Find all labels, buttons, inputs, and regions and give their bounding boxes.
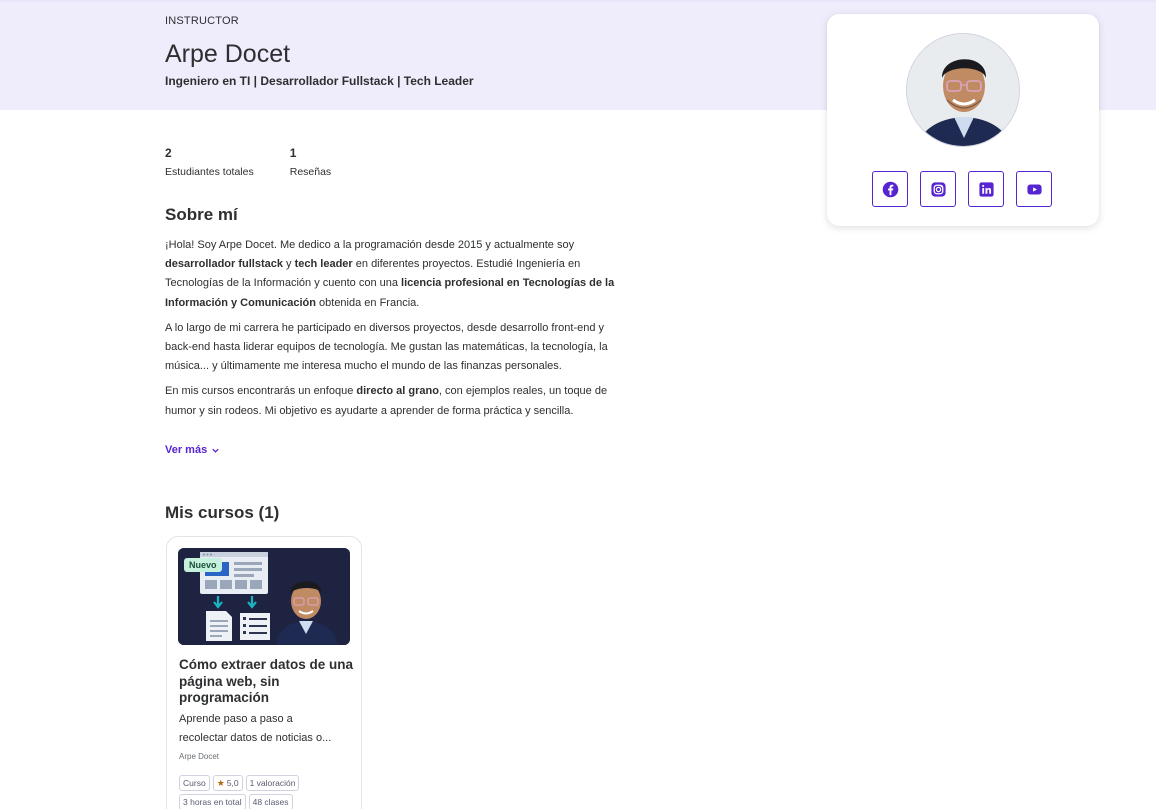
show-more-button[interactable]: Ver más [165,444,220,456]
course-description: Aprende paso a paso a recolectar datos d… [179,710,351,748]
instagram-button[interactable] [920,171,956,207]
course-description-line: recolectar datos de noticias o... [179,732,332,744]
stat-value: 2 [165,146,172,160]
about-text: ¡Hola! Soy Arpe Docet. Me dedico a la pr… [165,236,617,436]
stat-label: Estudiantes totales [165,166,254,178]
course-thumbnail: Nuevo [178,548,350,645]
instagram-icon [930,181,946,197]
about-text-span: y [283,258,295,271]
avatar [906,33,1020,147]
stat-label: Reseñas [289,166,332,178]
about-text-span: ¡Hola! Soy Arpe Docet. Me dedico a la pr… [165,239,575,251]
course-ratings-count-chip: 1 valoración [245,775,300,791]
instructor-stats: 2 Estudiantes totales 1 Reseñas [165,146,331,178]
course-title[interactable]: Cómo extraer datos de una página web, si… [179,657,355,707]
about-paragraph: ¡Hola! Soy Arpe Docet. Me dedico a la pr… [165,236,617,313]
about-highlight: tech leader [294,258,353,271]
about-highlight: desarrollador fullstack [165,258,283,271]
stat-reviews: 1 Reseñas [290,146,331,178]
youtube-button[interactable] [1016,171,1052,207]
star-icon: ★ [216,778,225,788]
course-lectures-chip: 48 clases [248,794,293,809]
instructor-name: Arpe Docet [165,40,291,68]
instructor-headline: Ingeniero en TI | Desarrollador Fullstac… [165,74,474,88]
about-paragraph: A lo largo de mi carrera he participado … [165,321,608,373]
stat-value: 1 [289,146,297,160]
chevron-down-icon [212,448,219,453]
about-text-span: obtenida en Francia. [315,296,420,309]
about-text-span: En mis cursos encontrarás un enfoque [165,385,357,398]
linkedin-button[interactable] [968,171,1004,207]
course-rating-value: 5,0 [226,778,239,788]
course-author: Arpe Docet [179,752,220,761]
stat-total-students: 2 Estudiantes totales [165,146,254,178]
courses-title: Mis cursos (1) [165,503,280,522]
about-fade-overlay [165,414,617,438]
new-badge: Nuevo [184,558,222,572]
course-hours-chip: 3 horas en total [179,794,246,809]
course-card[interactable]: Nuevo Cómo extraer datos de una página w… [166,536,362,809]
course-meta-chips: Curso ★ 5,0 1 valoración 3 horas en tota… [179,775,355,809]
facebook-button[interactable] [872,171,908,207]
about-highlight: directo al grano [356,385,439,398]
social-links [872,171,1052,207]
avatar-illustration [907,34,1019,146]
linkedin-icon [978,181,994,197]
show-more-label: Ver más [165,444,208,456]
youtube-icon [1026,184,1042,194]
instructor-eyebrow: INSTRUCTOR [165,15,239,27]
facebook-icon [882,181,898,197]
course-description-line: Aprende paso a paso a [179,713,293,725]
about-title: Sobre mí [165,205,238,224]
instructor-profile-card [827,14,1099,226]
course-type-chip: Curso [179,775,210,791]
course-rating-chip: ★ 5,0 [212,775,243,791]
